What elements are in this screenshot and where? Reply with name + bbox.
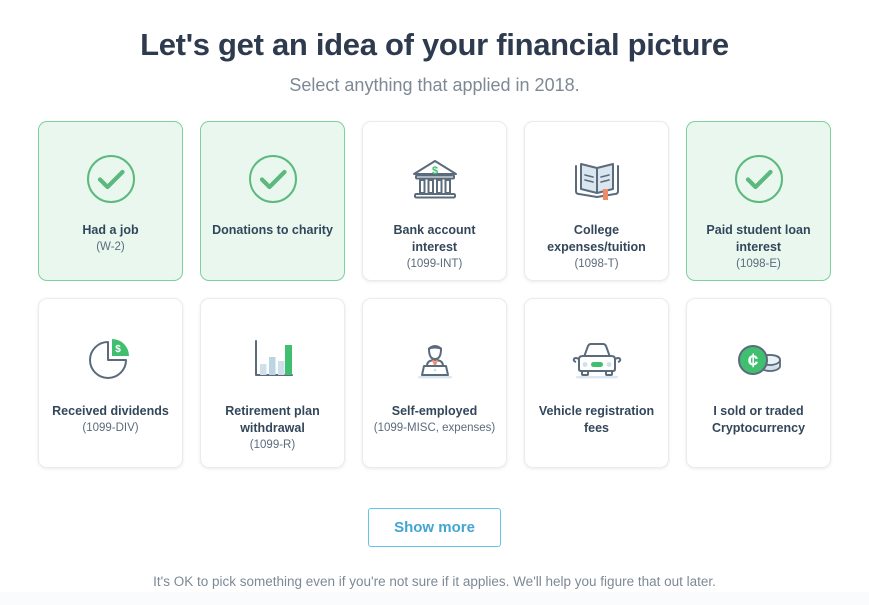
card-donations-to-charity[interactable]: Donations to charity <box>200 121 345 282</box>
car-icon <box>566 329 628 391</box>
card-title: Paid student loan interest <box>706 223 811 255</box>
card-row-1: Had a job (W-2) Donations to charity $ B… <box>38 121 831 282</box>
card-title: Donations to charity <box>212 223 333 238</box>
open-book-icon <box>568 148 626 210</box>
coins-icon: ¢ <box>730 329 788 391</box>
card-labels: Bank account interest (1099-INT) <box>371 222 498 272</box>
card-labels: Received dividends (1099-DIV) <box>52 403 169 436</box>
card-had-a-job[interactable]: Had a job (W-2) <box>38 121 183 282</box>
card-labels: Had a job (W-2) <box>82 222 138 255</box>
page-header: Let's get an idea of your financial pict… <box>0 27 869 96</box>
card-labels: Paid student loan interest (1098-E) <box>695 222 822 272</box>
check-circle-icon <box>247 148 299 210</box>
card-labels: Self-employed (1099-MISC, expenses) <box>374 403 495 436</box>
card-bank-account-interest[interactable]: $ Bank account interest (1099-INT) <box>362 121 507 282</box>
person-laptop-icon <box>407 329 463 391</box>
page-title: Let's get an idea of your financial pict… <box>140 27 729 62</box>
card-title: I sold or traded Cryptocurrency <box>711 404 806 436</box>
card-retirement-plan-withdrawal[interactable]: Retirement plan withdrawal (1099-R) <box>200 298 345 469</box>
card-subtitle: (1099-DIV) <box>82 422 139 435</box>
card-title: Self-employed <box>391 404 478 419</box>
card-self-employed[interactable]: Self-employed (1099-MISC, expenses) <box>362 298 507 469</box>
financial-picture-page: Let's get an idea of your financial pict… <box>0 0 869 605</box>
card-title: Had a job <box>82 223 139 238</box>
card-title: Vehicle registration fees <box>538 404 655 436</box>
card-labels: College expenses/tuition (1098-T) <box>533 222 660 272</box>
card-college-expenses-tuition[interactable]: College expenses/tuition (1098-T) <box>524 121 669 282</box>
card-labels: I sold or traded Cryptocurrency <box>695 403 822 438</box>
card-row-2: $ Received dividends (1099-DIV) Retireme… <box>38 298 831 469</box>
card-subtitle: (1099-INT) <box>406 257 463 270</box>
pie-chart-dollar-icon: $ <box>83 329 139 391</box>
footer-help-note: It's OK to pick something even if you're… <box>153 574 716 590</box>
svg-text:¢: ¢ <box>747 351 758 372</box>
card-labels: Vehicle registration fees <box>533 403 660 438</box>
card-subtitle: (1098-T) <box>574 257 619 270</box>
card-labels: Donations to charity <box>212 222 333 240</box>
card-title: Received dividends <box>52 404 169 419</box>
check-circle-icon <box>733 148 785 210</box>
card-title: Bank account interest <box>393 223 476 255</box>
check-circle-icon <box>85 148 137 210</box>
card-vehicle-registration-fees[interactable]: Vehicle registration fees <box>524 298 669 469</box>
show-more-button[interactable]: Show more <box>368 508 501 548</box>
card-received-dividends[interactable]: $ Received dividends (1099-DIV) <box>38 298 183 469</box>
page-subtitle: Select anything that applied in 2018. <box>289 74 580 95</box>
card-subtitle: (1099-R) <box>249 438 296 451</box>
card-title: College expenses/tuition <box>547 223 646 255</box>
svg-text:$: $ <box>115 344 121 355</box>
card-title: Retirement plan withdrawal <box>225 404 320 436</box>
card-subtitle: (W-2) <box>96 241 125 254</box>
card-subtitle: (1098-E) <box>736 257 781 270</box>
card-cryptocurrency[interactable]: ¢ I sold or traded Cryptocurrency <box>686 298 831 469</box>
card-subtitle: (1099-MISC, expenses) <box>373 422 496 435</box>
bottom-band <box>0 592 869 605</box>
bank-building-icon: $ <box>407 148 463 210</box>
category-card-grid: Had a job (W-2) Donations to charity $ B… <box>38 121 831 469</box>
card-labels: Retirement plan withdrawal (1099-R) <box>209 403 336 453</box>
bar-chart-icon <box>246 329 300 391</box>
card-paid-student-loan-interest[interactable]: Paid student loan interest (1098-E) <box>686 121 831 282</box>
show-more-container: Show more <box>368 508 501 548</box>
